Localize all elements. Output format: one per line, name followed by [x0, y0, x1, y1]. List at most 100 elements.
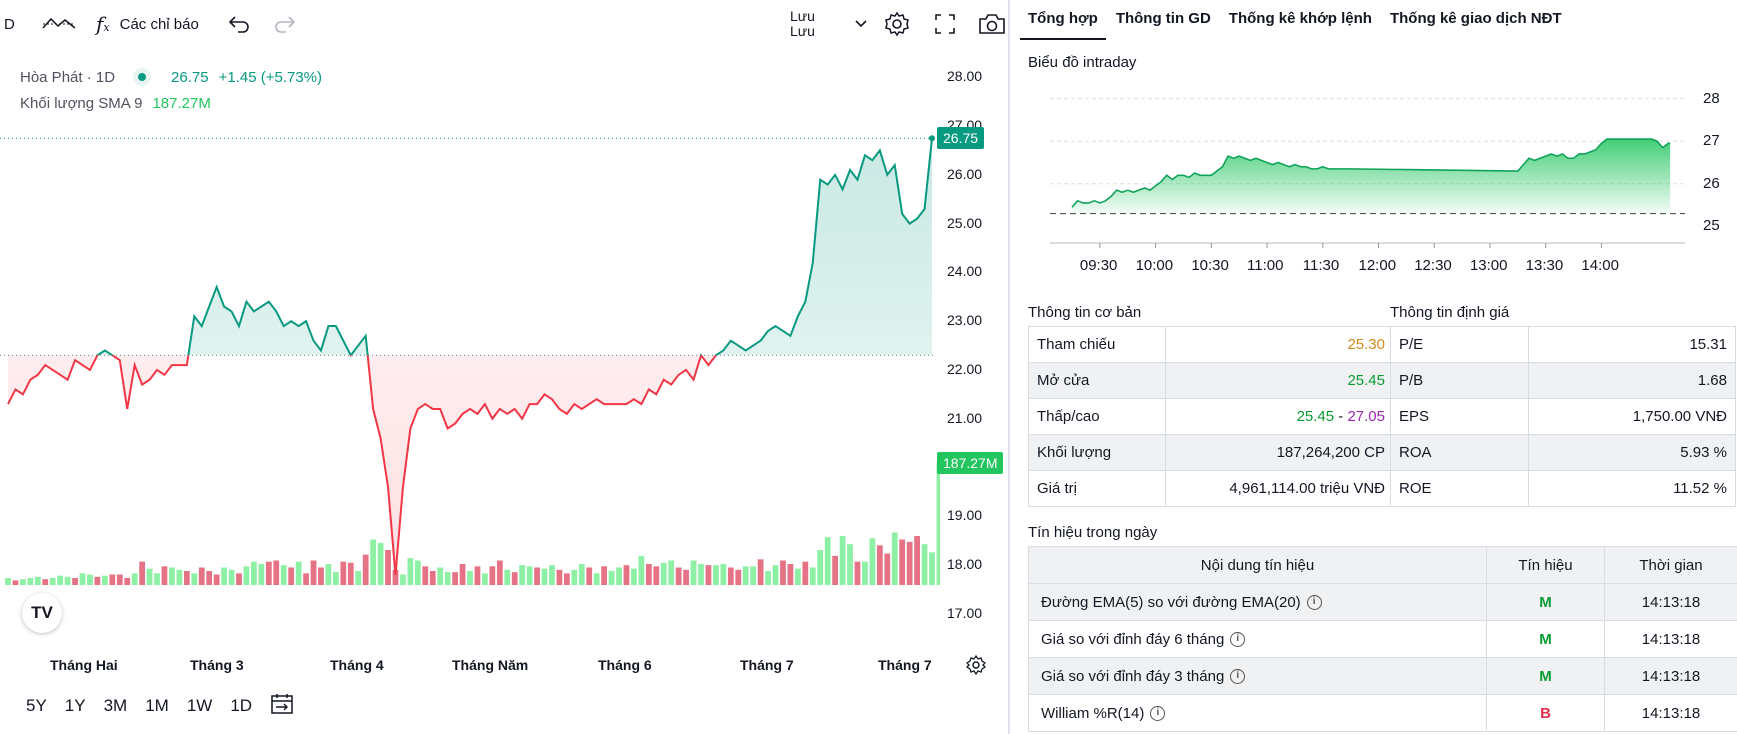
- volume-bar: [526, 566, 533, 585]
- signals-table: Nội dung tín hiệu Tín hiệu Thời gian Đườ…: [1028, 546, 1737, 732]
- table-row: Giá so với đỉnh đáy 6 tháng i M 14:13:18: [1028, 620, 1737, 658]
- price-chart[interactable]: [0, 48, 940, 648]
- volume-bar: [347, 562, 354, 585]
- volume-bar: [422, 566, 429, 585]
- tab-investor-stats[interactable]: Thống kê giao dịch NĐT: [1382, 0, 1570, 40]
- indicators-button[interactable]: fx Các chỉ báo: [96, 0, 199, 48]
- price-axis-label: 28.00: [947, 68, 983, 85]
- volume-bar: [489, 566, 496, 585]
- table-header-row: Nội dung tín hiệu Tín hiệu Thời gian: [1028, 546, 1737, 584]
- undo-button[interactable]: [228, 0, 250, 48]
- tab-trading-info[interactable]: Thông tin GD: [1108, 0, 1219, 40]
- redo-button[interactable]: [274, 0, 296, 48]
- volume-bar: [273, 560, 280, 585]
- volume-bar: [832, 555, 839, 585]
- volume-bar: [601, 566, 608, 585]
- valuation-key: ROA: [1390, 434, 1529, 471]
- save-sublabel: Lưu: [790, 23, 815, 39]
- range-5y-button[interactable]: 5Y: [26, 696, 47, 716]
- save-button[interactable]: Lưu Lưu: [790, 0, 815, 48]
- volume-bar: [780, 560, 786, 585]
- info-panel: Tổng hợp Thông tin GD Thống kê khớp lệnh…: [1020, 0, 1737, 734]
- intraday-x-label: 11:00: [1247, 257, 1284, 274]
- volume-bar: [414, 560, 421, 585]
- volume-bar: [101, 575, 108, 585]
- range-1d-button[interactable]: 1D: [230, 696, 252, 716]
- axis-settings-button[interactable]: [965, 654, 987, 680]
- volume-bar: [407, 558, 414, 585]
- volume-bar: [519, 565, 526, 585]
- signal-content: Giá so với đỉnh đáy 6 tháng i: [1028, 620, 1487, 658]
- volume-bar: [899, 539, 906, 585]
- volume-bar: [593, 573, 600, 585]
- info-icon[interactable]: i: [1150, 706, 1166, 722]
- volume-bar: [109, 574, 116, 585]
- range-1y-button[interactable]: 1Y: [65, 696, 86, 716]
- redo-icon: [275, 16, 296, 33]
- chevron-down-icon: [855, 20, 867, 28]
- function-icon: fx: [96, 12, 110, 36]
- volume-bar: [698, 564, 704, 585]
- interval-button[interactable]: D: [4, 0, 15, 48]
- calendar-icon: [271, 693, 293, 714]
- volume-bar: [884, 553, 891, 585]
- interval-label: D: [4, 15, 15, 33]
- valuation-title: Thông tin định giá: [1390, 304, 1510, 321]
- intraday-area: [1072, 139, 1671, 214]
- signal-content-text: Giá so với đỉnh đáy 6 tháng: [1041, 630, 1225, 648]
- volume-bar: [251, 561, 257, 585]
- fullscreen-button[interactable]: [934, 0, 956, 48]
- volume-bar: [482, 573, 488, 585]
- volume-bar: [660, 562, 667, 585]
- basic-key: Thấp/cao: [1028, 398, 1166, 435]
- volume-bar: [20, 579, 26, 585]
- save-dropdown-button[interactable]: [854, 0, 868, 48]
- price-axis-label: 21.00: [947, 409, 983, 426]
- volume-bar: [839, 536, 846, 585]
- tradingview-logo[interactable]: TV: [22, 593, 62, 633]
- price-chart-canvas[interactable]: [0, 48, 940, 648]
- price-axis-label: 17.00: [947, 604, 983, 621]
- info-icon[interactable]: i: [1230, 669, 1246, 685]
- volume-bar: [623, 565, 630, 585]
- settings-button[interactable]: [884, 0, 910, 48]
- signal-content-text: William %R(14): [1041, 704, 1145, 722]
- col-header-content: Nội dung tín hiệu: [1028, 546, 1487, 584]
- date-range-button[interactable]: [270, 693, 294, 720]
- volume-bar: [310, 560, 317, 585]
- price-axis-label: 24.00: [947, 263, 983, 280]
- info-icon[interactable]: i: [1230, 632, 1246, 648]
- low-price: 25.45: [1296, 408, 1335, 425]
- info-icon[interactable]: i: [1306, 595, 1322, 611]
- table-row: William %R(14) i B 14:13:18: [1028, 694, 1737, 732]
- volume-bar: [27, 578, 34, 585]
- volume-bar: [787, 564, 794, 585]
- camera-icon: [979, 14, 1005, 34]
- volume-bar: [549, 565, 555, 585]
- save-label: Lưu: [790, 8, 815, 24]
- chart-type-button[interactable]: [42, 0, 76, 48]
- volume-bar: [42, 579, 49, 585]
- value-amount: 4,961,114.00 triệu VNĐ: [1165, 470, 1394, 507]
- range-1w-button[interactable]: 1W: [187, 696, 213, 716]
- high-price: 27.05: [1347, 408, 1385, 425]
- volume-bar: [675, 567, 682, 585]
- volume-bar: [288, 567, 295, 585]
- signal-value: B: [1486, 694, 1605, 732]
- snapshot-button[interactable]: [978, 0, 1006, 48]
- intraday-chart[interactable]: [1020, 74, 1720, 324]
- tab-matched-orders[interactable]: Thống kê khớp lệnh: [1221, 0, 1380, 40]
- volume-bar: [213, 574, 220, 585]
- volume-bar: [325, 564, 332, 585]
- col-header-time: Thời gian: [1604, 546, 1737, 584]
- range-3m-button[interactable]: 3M: [104, 696, 128, 716]
- range-1m-button[interactable]: 1M: [145, 696, 169, 716]
- volume-bar: [914, 536, 920, 585]
- fullscreen-icon: [935, 14, 955, 34]
- volume-bar: [809, 567, 816, 585]
- tab-overview[interactable]: Tổng hợp: [1020, 0, 1106, 40]
- intraday-x-label: 10:00: [1135, 257, 1174, 274]
- legend-volume-label: Khối lượng SMA 9: [20, 94, 143, 112]
- volume-bar: [183, 571, 190, 585]
- signal-time: 14:13:18: [1604, 583, 1737, 621]
